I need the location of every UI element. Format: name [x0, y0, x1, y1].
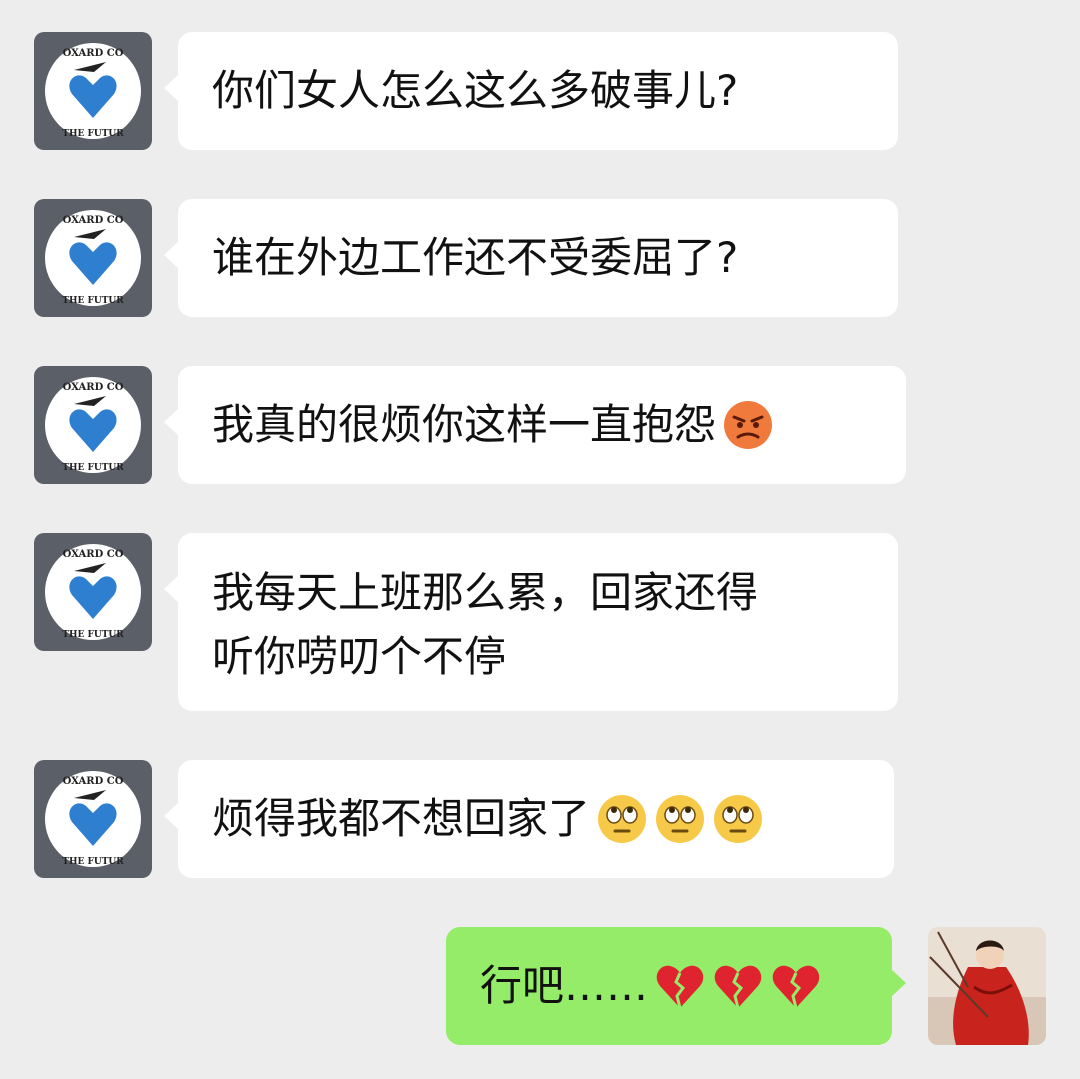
photo-red-dress-avatar-icon — [928, 927, 1046, 1045]
emblem-text-top: OXARD CO — [63, 48, 124, 59]
avatar[interactable]: OXARD CO THE FUTUR — [34, 533, 152, 651]
broken-heart-icon — [712, 960, 764, 1012]
emblem-text-bottom: THE FUTUR — [62, 129, 124, 139]
message-text: 行吧…… — [480, 961, 649, 1010]
chat-window: OXARD CO THE FUTUR 你们女人怎么这么多破事儿? OXARD C… — [0, 0, 1080, 1079]
message-text: 我每天上班那么累，回家还得 听你唠叨个不停 — [212, 568, 759, 681]
avatar[interactable]: OXARD CO THE FUTUR — [34, 366, 152, 484]
blue-heart-emblem-icon: OXARD CO THE FUTUR — [34, 533, 152, 651]
svg-text:THE FUTUR: THE FUTUR — [62, 857, 124, 867]
avatar[interactable]: OXARD CO THE FUTUR — [34, 760, 152, 878]
broken-heart-icon — [654, 960, 706, 1012]
message-text: 你们女人怎么这么多破事儿? — [212, 66, 739, 115]
message-text: 我真的很烦你这样一直抱怨 — [212, 400, 717, 449]
svg-text:OXARD CO: OXARD CO — [63, 215, 124, 226]
blue-heart-emblem-icon: OXARD CO THE FUTUR — [34, 32, 152, 150]
blue-heart-emblem-icon: OXARD CO THE FUTUR — [34, 199, 152, 317]
blue-heart-emblem-icon: OXARD CO THE FUTUR — [34, 760, 152, 878]
broken-heart-icon — [770, 960, 822, 1012]
svg-text:OXARD CO: OXARD CO — [63, 776, 124, 787]
avatar[interactable]: OXARD CO THE FUTUR — [34, 199, 152, 317]
avatar[interactable]: OXARD CO THE FUTUR — [34, 32, 152, 150]
svg-text:THE FUTUR: THE FUTUR — [62, 296, 124, 306]
message-bubble-incoming[interactable]: 你们女人怎么这么多破事儿? — [164, 32, 898, 150]
eye-roll-face-icon — [712, 793, 764, 845]
svg-text:THE FUTUR: THE FUTUR — [62, 463, 124, 473]
blue-heart-emblem-icon: OXARD CO THE FUTUR — [34, 366, 152, 484]
message-text: 谁在外边工作还不受委屈了? — [212, 233, 739, 282]
eye-roll-face-icon — [654, 793, 706, 845]
svg-text:OXARD CO: OXARD CO — [63, 382, 124, 393]
eye-roll-face-icon — [596, 793, 648, 845]
message-text: 烦得我都不想回家了 — [212, 794, 591, 843]
message-bubble-incoming[interactable]: 我真的很烦你这样一直抱怨 — [164, 366, 906, 484]
message-bubble-incoming[interactable]: 谁在外边工作还不受委屈了? — [164, 199, 898, 317]
avatar[interactable] — [928, 927, 1046, 1045]
angry-face-icon — [722, 399, 774, 451]
message-bubble-incoming[interactable]: 我每天上班那么累，回家还得 听你唠叨个不停 — [164, 533, 898, 711]
svg-text:OXARD CO: OXARD CO — [63, 549, 124, 560]
message-bubble-outgoing[interactable]: 行吧…… — [446, 927, 906, 1045]
message-bubble-incoming[interactable]: 烦得我都不想回家了 — [164, 760, 894, 878]
svg-text:THE FUTUR: THE FUTUR — [62, 630, 124, 640]
